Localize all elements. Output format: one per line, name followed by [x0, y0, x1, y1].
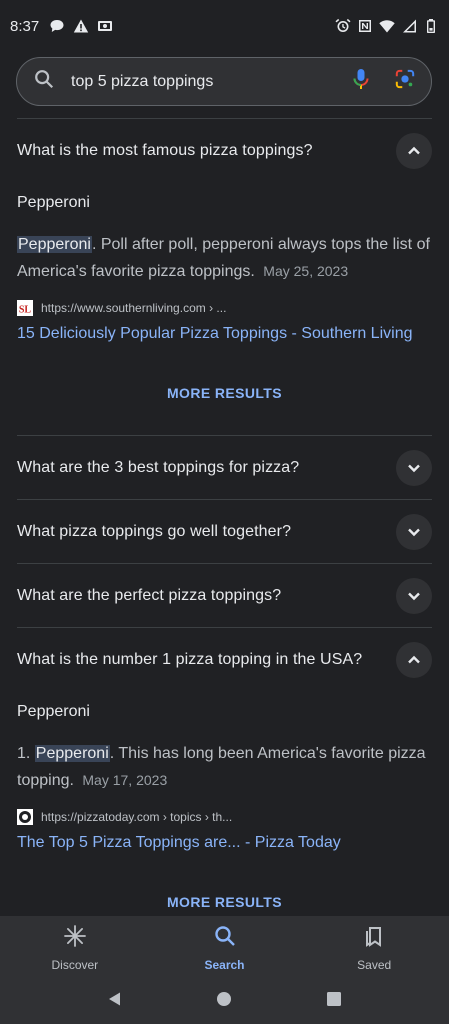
nav-search[interactable]: Search [150, 924, 300, 978]
source-row[interactable]: https://pizzatoday.com › topics › th... [17, 806, 432, 828]
signal-icon [401, 18, 417, 34]
screen-record-icon [97, 18, 113, 34]
alarm-icon [335, 18, 351, 34]
faq-question-row[interactable]: What are the 3 best toppings for pizza? [17, 436, 432, 499]
answer-date: May 17, 2023 [82, 772, 168, 788]
google-lens-icon[interactable] [395, 68, 415, 95]
faq-question[interactable]: What pizza toppings go well together? [17, 523, 291, 541]
faq-question[interactable]: What is the most famous pizza toppings? [17, 142, 313, 160]
answer-date: May 25, 2023 [263, 263, 349, 279]
svg-text:SL: SL [19, 305, 32, 316]
asterisk-icon [63, 924, 87, 953]
nav-label: Discover [51, 958, 99, 972]
source-url[interactable]: https://pizzatoday.com › topics › th... [41, 810, 232, 824]
more-results-button[interactable]: MORE RESULTS [167, 385, 282, 401]
warning-icon [73, 18, 89, 34]
system-navigation [0, 978, 449, 1024]
chat-bubble-icon [49, 18, 65, 34]
people-also-ask: What is the most famous pizza toppings? … [17, 118, 432, 945]
faq-question[interactable]: What are the perfect pizza toppings? [17, 587, 281, 605]
chevron-down-icon[interactable] [396, 577, 432, 614]
status-bar: 8:37 [0, 0, 449, 52]
search-icon [213, 924, 237, 953]
source-link[interactable]: The Top 5 Pizza Toppings are... - Pizza … [17, 834, 432, 860]
battery-icon [423, 18, 439, 34]
faq-question[interactable]: What is the number 1 pizza topping in th… [17, 651, 362, 669]
nav-discover[interactable]: Discover [0, 924, 150, 978]
answer-title: Pepperoni [17, 194, 90, 211]
pizza-today-icon [17, 809, 33, 825]
source-row[interactable]: SL https://www.southernliving.com › ... [17, 297, 432, 319]
answer-snippet: Pepperoni. Poll after poll, pepperoni al… [17, 232, 432, 285]
bottom-navigation: Discover Search Saved [0, 916, 449, 1024]
faq-question-row[interactable]: What pizza toppings go well together? [17, 500, 432, 563]
source-url[interactable]: https://www.southernliving.com › ... [41, 301, 226, 315]
search-input[interactable]: top 5 pizza toppings [71, 73, 351, 91]
search-icon[interactable] [33, 68, 55, 95]
nav-label: Saved [357, 958, 392, 972]
recents-icon[interactable] [326, 991, 342, 1012]
chevron-down-icon[interactable] [396, 449, 432, 486]
faq-answer: Pepperoni 1. Pepperoni. This has long be… [17, 691, 432, 860]
microphone-icon[interactable] [351, 68, 371, 95]
answer-prefix: 1. [17, 745, 35, 762]
highlight-text: Pepperoni [34, 745, 110, 762]
faq-question-row[interactable]: What is the number 1 pizza topping in th… [17, 628, 432, 691]
answer-title: Pepperoni [17, 703, 90, 720]
bookmark-icon [362, 924, 386, 953]
nav-label: Search [204, 958, 245, 972]
faq-answer: Pepperoni Pepperoni. Poll after poll, pe… [17, 182, 432, 351]
search-bar[interactable]: top 5 pizza toppings [16, 57, 432, 106]
home-icon[interactable] [216, 991, 232, 1012]
answer-snippet: 1. Pepperoni. This has long been America… [17, 741, 432, 794]
chevron-down-icon[interactable] [396, 513, 432, 550]
faq-question[interactable]: What are the 3 best toppings for pizza? [17, 459, 299, 477]
source-link[interactable]: 15 Deliciously Popular Pizza Toppings - … [17, 325, 432, 351]
back-icon[interactable] [107, 991, 123, 1012]
highlight-text: Pepperoni [17, 236, 92, 253]
nfc-icon [357, 18, 373, 34]
more-results-row: MORE RESULTS [17, 351, 432, 435]
faq-question-row[interactable]: What are the perfect pizza toppings? [17, 564, 432, 627]
wifi-icon [379, 18, 395, 34]
more-results-button[interactable]: MORE RESULTS [167, 894, 282, 910]
chevron-up-icon[interactable] [396, 132, 432, 169]
status-time: 8:37 [10, 17, 40, 35]
chevron-up-icon[interactable] [396, 641, 432, 678]
southern-living-icon: SL [17, 300, 33, 316]
nav-saved[interactable]: Saved [299, 924, 449, 978]
faq-question-row[interactable]: What is the most famous pizza toppings? [17, 119, 432, 182]
